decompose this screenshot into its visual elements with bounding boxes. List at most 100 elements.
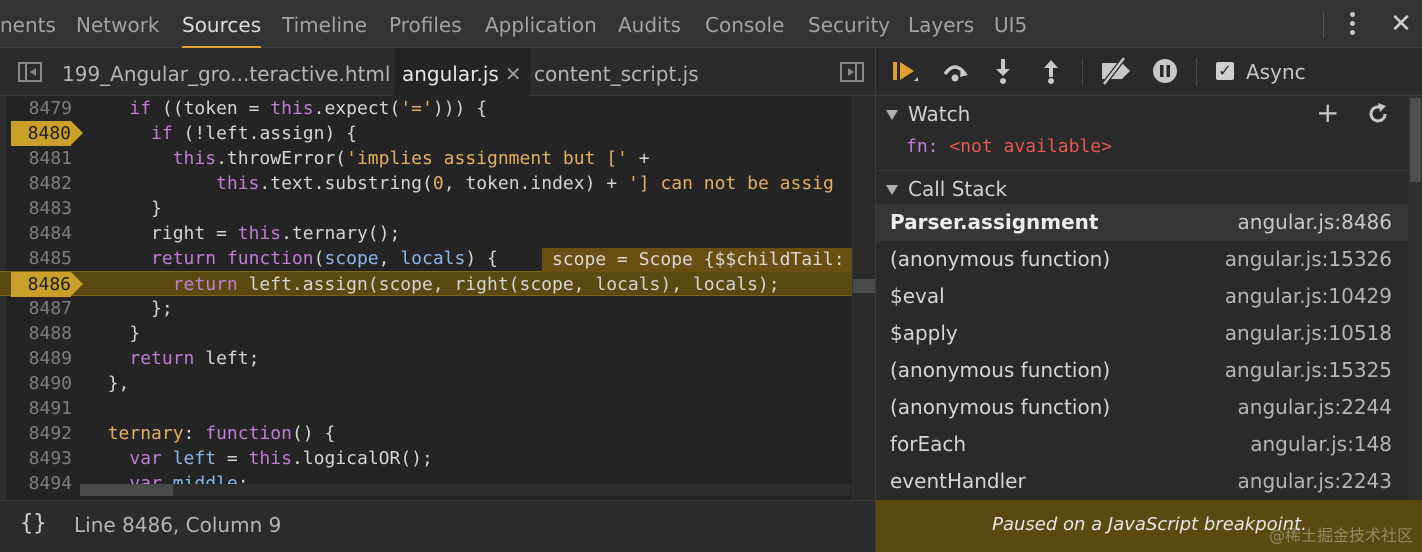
code-token: ( (389, 98, 401, 119)
code-line[interactable]: 8489 return left; (0, 346, 852, 371)
panel-tab-timeline[interactable]: Timeline (282, 0, 367, 48)
line-number[interactable]: 8491 (10, 396, 72, 421)
panel-tab-network[interactable]: Network (76, 0, 160, 48)
code-token: = (237, 98, 271, 119)
code-token: . (259, 173, 271, 194)
call-frame[interactable]: (anonymous function) angular.js:2244 (876, 389, 1408, 426)
code-editor[interactable]: 8479 if ((token = this.expect('='))) {84… (0, 96, 875, 500)
code-line[interactable]: 8490 }, (0, 371, 852, 396)
call-frame[interactable]: eventHandler angular.js:2243 (876, 463, 1408, 500)
step-out-icon[interactable] (1036, 56, 1066, 86)
frame-location-link[interactable]: angular.js:10429 (1225, 284, 1392, 308)
pretty-print-button[interactable]: {} (20, 511, 47, 536)
step-into-icon[interactable] (988, 56, 1018, 86)
panel-tab-layers[interactable]: Layers (908, 0, 974, 48)
code-line[interactable]: 8483 } (0, 196, 852, 221)
file-tab-html[interactable]: 199_Angular_gro...teractive.html (48, 48, 404, 95)
panel-tab-ui5[interactable]: UI5 (994, 0, 1027, 48)
call-frame[interactable]: $apply angular.js:10518 (876, 315, 1408, 352)
code-line[interactable]: 8488 } (0, 321, 852, 346)
add-watch-icon[interactable]: + (1316, 96, 1339, 129)
line-number[interactable]: 8494 (10, 471, 72, 496)
code-line[interactable]: 8481 this.throwError('implies assignment… (0, 146, 852, 171)
editor-scroll-thumb[interactable] (853, 279, 875, 293)
watch-expression[interactable]: fn: <not available> (906, 136, 1112, 157)
code-line[interactable]: 8491 (0, 396, 852, 421)
call-frame[interactable]: Parser.assignment angular.js:8486 (876, 204, 1408, 241)
editor-hscroll-thumb[interactable] (80, 484, 173, 496)
code-line[interactable]: 8484 right = this.ternary(); (0, 221, 852, 246)
code-token: var (129, 448, 162, 469)
line-number[interactable]: 8484 (10, 221, 72, 246)
panel-tab-console[interactable]: Console (705, 0, 784, 48)
code-token: } (151, 198, 162, 219)
code-line[interactable]: 8479 if ((token = this.expect('='))) { (0, 96, 852, 121)
code-line[interactable]: 8482 this.text.substring(0, token.index)… (0, 171, 852, 196)
panel-tab-audits[interactable]: Audits (618, 0, 681, 48)
line-number[interactable]: 8493 (10, 446, 72, 471)
code-line[interactable]: 8480 if (!left.assign) { (0, 121, 852, 146)
code-line[interactable]: 8493 var left = this.logicalOR(); (0, 446, 852, 471)
frame-location-link[interactable]: angular.js:148 (1250, 432, 1392, 456)
line-number[interactable]: 8488 (10, 321, 72, 346)
call-frame[interactable]: (anonymous function) angular.js:15325 (876, 352, 1408, 389)
file-tab-angular-js[interactable]: angular.js ✕ (394, 48, 530, 96)
panel-tab-nents[interactable]: nents (0, 0, 56, 48)
resume-icon[interactable] (890, 56, 920, 86)
code-token: index (530, 173, 585, 194)
pause-on-exceptions-icon[interactable] (1150, 56, 1180, 86)
close-devtools-icon[interactable]: ✕ (1388, 10, 1414, 38)
more-options-icon[interactable] (1346, 10, 1360, 38)
frame-function: eventHandler (890, 469, 1026, 493)
step-over-icon[interactable] (940, 56, 970, 86)
panel-tab-sources[interactable]: Sources (182, 0, 262, 48)
frame-location-link[interactable]: angular.js:8486 (1238, 210, 1392, 234)
code-token: function (205, 423, 292, 444)
line-number[interactable]: 8485 (10, 246, 72, 271)
code-line[interactable]: 8487 }; (0, 296, 852, 321)
call-frame[interactable]: (anonymous function) angular.js:15326 (876, 241, 1408, 278)
deactivate-breakpoints-icon[interactable] (1098, 56, 1134, 86)
line-number[interactable]: 8490 (10, 371, 72, 396)
breakpoint-marker[interactable]: 8480 (11, 121, 71, 146)
expand-triangle-icon (886, 185, 898, 195)
frame-location-link[interactable]: angular.js:15325 (1225, 358, 1392, 382)
frame-location-link[interactable]: angular.js:2243 (1238, 469, 1392, 493)
panel-tab-profiles[interactable]: Profiles (389, 0, 462, 48)
line-number[interactable]: 8482 (10, 171, 72, 196)
line-number[interactable]: 8489 (10, 346, 72, 371)
code-line[interactable]: 8486 return left.assign(scope, right(sco… (0, 271, 852, 297)
file-tab-content-script[interactable]: content_script.js (524, 48, 709, 95)
code-token: ternary (291, 223, 368, 244)
code-token: locals (400, 248, 466, 269)
refresh-icon[interactable] (1366, 102, 1390, 126)
frame-location-link[interactable]: angular.js:2244 (1238, 395, 1392, 419)
frame-location-link[interactable]: angular.js:10518 (1225, 321, 1392, 345)
close-tab-icon[interactable]: ✕ (505, 62, 522, 86)
call-frame[interactable]: $eval angular.js:10429 (876, 278, 1408, 315)
watch-section-header[interactable]: Watch + (876, 96, 1408, 134)
breakpoint-marker[interactable]: 8486 (11, 272, 71, 297)
call-frame[interactable]: forEach angular.js:148 (876, 426, 1408, 463)
code-line[interactable]: 8492 ternary: function() { (0, 421, 852, 446)
line-number[interactable]: 8481 (10, 146, 72, 171)
frame-location-link[interactable]: angular.js:15326 (1225, 247, 1392, 271)
line-number[interactable]: 8483 (10, 196, 72, 221)
toggle-navigator-icon[interactable] (18, 62, 42, 82)
sidebar-scroll-thumb[interactable] (1410, 98, 1421, 182)
panel-tab-application[interactable]: Application (485, 0, 597, 48)
line-number[interactable]: 8492 (10, 421, 72, 446)
line-number[interactable]: 8479 (10, 96, 72, 121)
frame-function: Parser.assignment (890, 210, 1099, 234)
editor-vertical-scrollbar[interactable] (852, 96, 875, 500)
panel-tab-security[interactable]: Security (808, 0, 890, 48)
line-number[interactable]: 8487 (10, 296, 72, 321)
toolbar-divider (1082, 58, 1083, 86)
async-checkbox[interactable]: ✓ (1216, 62, 1234, 80)
call-stack-section-header[interactable]: Call Stack (876, 170, 1408, 208)
toggle-debugger-icon[interactable] (840, 62, 864, 82)
editor-horizontal-scrollbar[interactable] (80, 484, 850, 496)
code-token: left; (194, 348, 260, 369)
